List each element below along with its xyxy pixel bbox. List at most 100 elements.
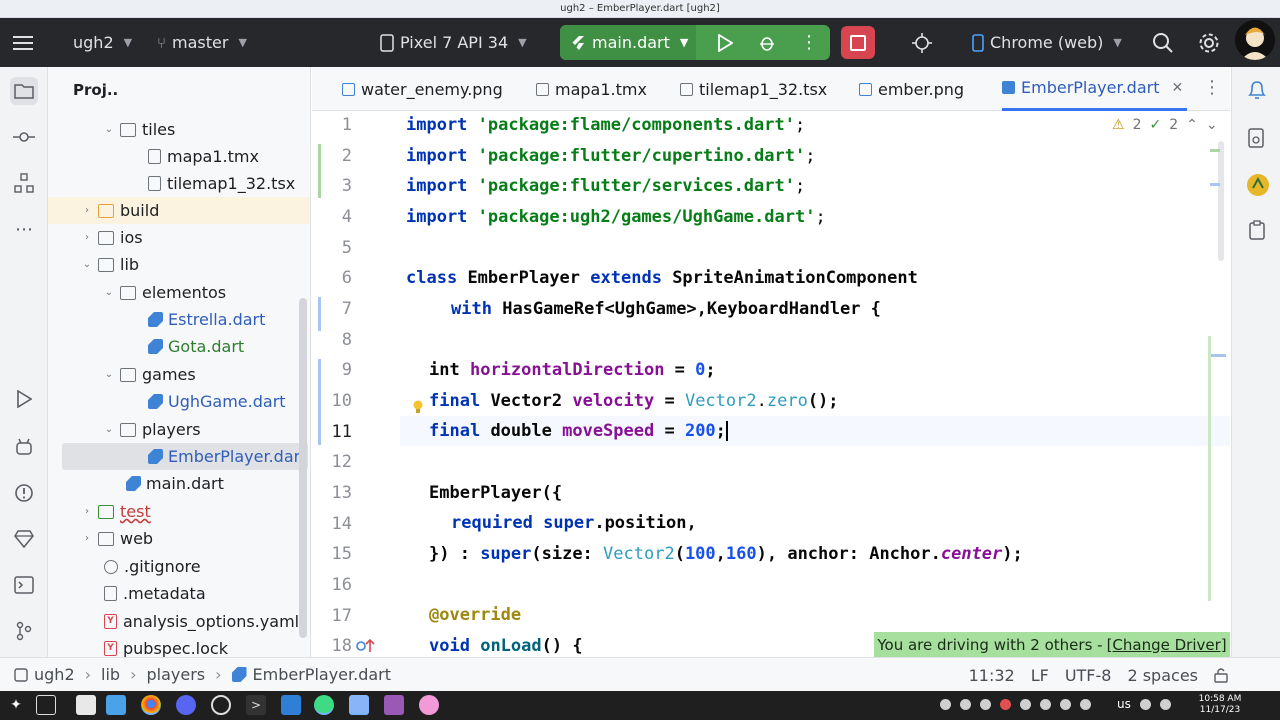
inspection-widget[interactable]: ⚠ 2 ✓ 2 ⌃ ⌄ <box>1112 117 1218 133</box>
tree-item[interactable]: Estrella.dart <box>48 306 310 333</box>
device-selector[interactable]: Pixel 7 API 34 ▼ <box>380 18 527 67</box>
chevron-up-icon[interactable]: ⌃ <box>1186 117 1198 133</box>
file-encoding[interactable]: UTF-8 <box>1065 666 1112 685</box>
tree-item[interactable]: ⌄ lib <box>48 251 310 278</box>
app-icon[interactable] <box>384 695 404 715</box>
android-studio-icon[interactable] <box>314 695 334 715</box>
tree-item[interactable]: .metadata <box>48 580 310 607</box>
clipboard-icon[interactable] <box>1246 219 1268 241</box>
breadcrumb-item[interactable]: EmberPlayer.dart <box>253 665 392 684</box>
tab-ember-png[interactable]: ember.png <box>859 67 964 111</box>
run-config-selector[interactable]: main.dart ▼ <box>560 25 696 60</box>
network-icon[interactable] <box>1160 699 1171 710</box>
main-menu-button[interactable] <box>13 18 35 67</box>
tray-icon[interactable] <box>1040 699 1051 710</box>
tab-tilemap1[interactable]: tilemap1_32.tsx <box>680 67 827 111</box>
device-manager-button[interactable] <box>910 18 934 67</box>
flutter-inspector-button[interactable] <box>10 525 38 553</box>
chevron-down-icon[interactable]: ⌄ <box>1206 117 1218 133</box>
project-tool-button[interactable] <box>10 77 38 105</box>
discord-icon[interactable] <box>176 695 196 715</box>
project-scrollbar[interactable] <box>299 298 307 638</box>
tree-item[interactable]: tilemap1_32.tsx <box>48 170 310 197</box>
volume-icon[interactable] <box>1140 699 1151 710</box>
stop-button[interactable] <box>841 26 875 59</box>
start-menu-icon[interactable]: ✦ <box>6 695 26 715</box>
tree-item[interactable]: ⌄ elementos <box>48 279 310 306</box>
tray-icon[interactable] <box>1000 699 1011 710</box>
file-icon[interactable] <box>76 695 96 715</box>
tab-mapa1[interactable]: mapa1.tmx <box>536 67 647 111</box>
tree-item[interactable]: › web <box>48 525 310 552</box>
tray-icon[interactable] <box>1080 699 1091 710</box>
breadcrumb-item[interactable]: ugh2 <box>34 665 75 684</box>
line-number: 14 <box>331 514 352 534</box>
more-tools-button[interactable]: ⋯ <box>10 215 38 243</box>
search-button[interactable] <box>1152 18 1174 67</box>
override-gutter-icon[interactable] <box>356 638 378 654</box>
tree-item-selected[interactable]: EmberPlayer.dart <box>62 443 308 470</box>
tab-water-enemy[interactable]: water_enemy.png <box>342 67 503 111</box>
tree-item[interactable]: Yanalysis_options.yaml <box>48 608 310 635</box>
change-driver-link[interactable]: [Change Driver] <box>1107 636 1227 654</box>
tree-item[interactable]: ⌄ players <box>48 416 310 443</box>
tray-icon[interactable] <box>960 699 971 710</box>
tab-ember-player[interactable]: EmberPlayer.dart ✕ <box>1002 67 1188 111</box>
tray-icon[interactable] <box>1060 699 1071 710</box>
system-clock[interactable]: 10:58 AM 11/17/23 <box>1192 694 1248 716</box>
breadcrumb-item[interactable]: players <box>146 665 205 684</box>
tree-item[interactable]: Ypubspec.lock <box>48 635 310 657</box>
git-tool-button[interactable] <box>10 617 38 645</box>
lock-icon[interactable] <box>1214 667 1228 683</box>
run-more-button[interactable]: ⋮ <box>792 25 826 60</box>
tree-item[interactable]: › ios <box>48 224 310 251</box>
app-icon[interactable] <box>419 695 439 715</box>
tray-icon[interactable] <box>1020 699 1031 710</box>
tray-icon[interactable] <box>940 699 951 710</box>
commit-tool-button[interactable] <box>10 123 38 151</box>
desktop-icon[interactable] <box>36 695 56 715</box>
tree-item[interactable]: .gitignore <box>48 553 310 580</box>
file-icon <box>148 176 161 191</box>
debug-button[interactable] <box>750 25 784 60</box>
close-icon[interactable]: ✕ <box>1172 80 1184 96</box>
indent-setting[interactable]: 2 spaces <box>1127 666 1198 685</box>
chrome-icon[interactable] <box>141 695 161 715</box>
lightbulb-icon[interactable] <box>412 400 424 414</box>
tree-item[interactable]: ⌄ games <box>48 361 310 388</box>
tree-item[interactable]: ⌄ tiles <box>48 116 310 143</box>
vscode-icon[interactable] <box>281 695 301 715</box>
code-editor[interactable]: 1 2 3 4 5 6 7 8 9 10 11 12 13 14 15 16 1… <box>312 111 1230 657</box>
branch-selector[interactable]: ⑂ master ▼ <box>157 18 247 67</box>
structure-tool-button[interactable] <box>10 169 38 197</box>
problems-tool-button[interactable] <box>10 479 38 507</box>
run-button[interactable] <box>708 25 742 60</box>
tree-item[interactable]: main.dart <box>48 470 310 497</box>
tree-item[interactable]: UghGame.dart <box>48 388 310 415</box>
user-avatar[interactable] <box>1235 20 1275 60</box>
terminal-tool-button[interactable] <box>10 571 38 599</box>
breadcrumb-item[interactable]: lib <box>101 665 120 684</box>
target-selector[interactable]: Chrome (web) ▼ <box>972 18 1122 67</box>
tray-icon[interactable] <box>980 699 991 710</box>
obs-icon[interactable] <box>211 695 231 715</box>
app-quality-button[interactable] <box>10 433 38 461</box>
run-tool-button[interactable] <box>10 385 38 413</box>
tabs-menu-button[interactable]: ⋮ <box>1203 77 1221 98</box>
ide-window-icon[interactable] <box>349 695 369 715</box>
caret-position[interactable]: 11:32 <box>969 666 1015 685</box>
file-manager-icon[interactable] <box>106 695 126 715</box>
editor-scrollbar[interactable] <box>1218 141 1224 261</box>
tree-item[interactable]: › build <box>48 197 310 224</box>
tree-item[interactable]: › test <box>48 498 310 525</box>
keyboard-layout[interactable]: us <box>1117 697 1131 711</box>
bell-icon[interactable] <box>1246 79 1268 101</box>
gemini-icon[interactable] <box>1246 173 1270 197</box>
terminal-app-icon[interactable]: > <box>246 695 266 715</box>
tree-item[interactable]: Gota.dart <box>48 333 310 360</box>
line-separator[interactable]: LF <box>1031 666 1049 685</box>
settings-button[interactable] <box>1198 18 1220 67</box>
device-file-icon[interactable] <box>1246 127 1268 149</box>
tree-item[interactable]: mapa1.tmx <box>48 143 310 170</box>
project-selector[interactable]: ugh2 ▼ <box>73 18 132 67</box>
